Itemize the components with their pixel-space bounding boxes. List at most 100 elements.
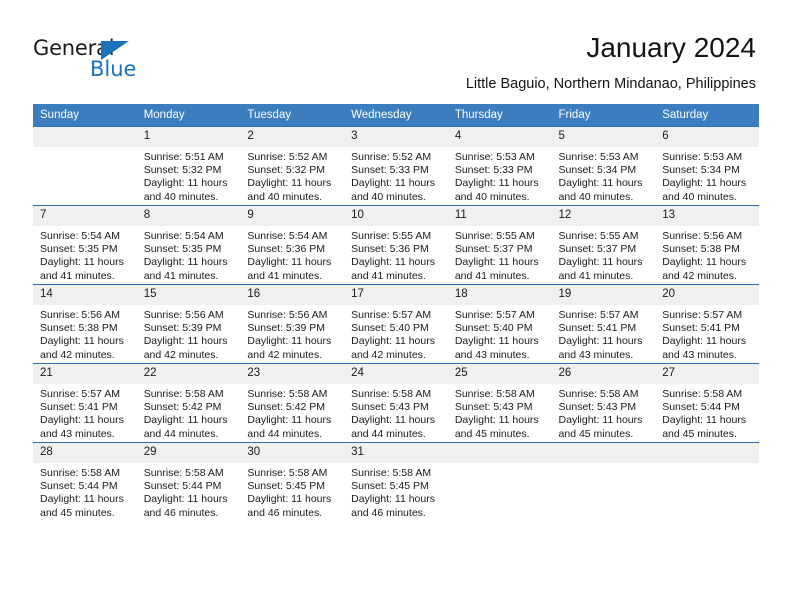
day-cell[interactable]: 19 Sunrise: 5:57 AM Sunset: 5:41 PM Dayl… xyxy=(551,284,656,364)
week-row: 14 Sunrise: 5:56 AM Sunset: 5:38 PM Dayl… xyxy=(33,284,759,364)
daylight-text-line1: Daylight: 11 hours xyxy=(247,335,332,348)
sunrise-text: Sunrise: 5:54 AM xyxy=(247,230,328,242)
day-number: 24 xyxy=(344,364,448,384)
daylight-text-line1: Daylight: 11 hours xyxy=(558,256,643,269)
day-cell[interactable]: 6 Sunrise: 5:53 AM Sunset: 5:34 PM Dayli… xyxy=(655,126,759,206)
sunrise-text: Sunrise: 5:58 AM xyxy=(454,388,535,400)
day-number: 29 xyxy=(136,443,241,463)
day-cell[interactable]: 23 Sunrise: 5:58 AM Sunset: 5:42 PM Dayl… xyxy=(240,363,345,443)
day-number: 8 xyxy=(136,206,241,226)
sunrise-text: Sunrise: 5:54 AM xyxy=(40,230,120,242)
day-cell[interactable]: 2 Sunrise: 5:52 AM Sunset: 5:32 PM Dayli… xyxy=(240,126,345,206)
day-cell[interactable]: 17 Sunrise: 5:57 AM Sunset: 5:40 PM Dayl… xyxy=(344,284,448,364)
day-info: Sunrise: 5:58 AM Sunset: 5:45 PM Dayligh… xyxy=(344,463,448,520)
day-cell[interactable]: 4 Sunrise: 5:53 AM Sunset: 5:33 PM Dayli… xyxy=(447,126,552,206)
day-number: 25 xyxy=(447,364,552,384)
sunrise-text: Sunrise: 5:56 AM xyxy=(143,309,224,321)
week-row: 21 Sunrise: 5:57 AM Sunset: 5:41 PM Dayl… xyxy=(33,363,759,443)
day-cell[interactable]: 25 Sunrise: 5:58 AM Sunset: 5:43 PM Dayl… xyxy=(447,363,552,443)
day-cell[interactable]: 27 Sunrise: 5:58 AM Sunset: 5:44 PM Dayl… xyxy=(655,363,759,443)
daylight-text-line1: Daylight: 11 hours xyxy=(143,256,228,269)
day-cell[interactable]: 31 Sunrise: 5:58 AM Sunset: 5:45 PM Dayl… xyxy=(344,442,448,521)
day-info: Sunrise: 5:58 AM Sunset: 5:42 PM Dayligh… xyxy=(240,384,344,441)
day-cell[interactable]: 26 Sunrise: 5:58 AM Sunset: 5:43 PM Dayl… xyxy=(551,363,656,443)
day-info: Sunrise: 5:54 AM Sunset: 5:35 PM Dayligh… xyxy=(33,226,137,283)
day-info: Sunrise: 5:55 AM Sunset: 5:37 PM Dayligh… xyxy=(448,226,552,283)
sunrise-text: Sunrise: 5:55 AM xyxy=(454,230,535,242)
page-title: January 2024 xyxy=(586,32,756,63)
day-cell[interactable]: 20 Sunrise: 5:57 AM Sunset: 5:41 PM Dayl… xyxy=(655,284,759,364)
day-cell[interactable]: 22 Sunrise: 5:58 AM Sunset: 5:42 PM Dayl… xyxy=(136,363,241,443)
day-info: Sunrise: 5:58 AM Sunset: 5:44 PM Dayligh… xyxy=(33,463,137,520)
day-cell[interactable]: 16 Sunrise: 5:56 AM Sunset: 5:39 PM Dayl… xyxy=(240,284,345,364)
daylight-text-line2: and 46 minutes. xyxy=(143,506,219,519)
sunset-text: Sunset: 5:41 PM xyxy=(40,401,118,414)
daylight-text-line2: and 44 minutes. xyxy=(143,427,219,440)
day-number: 11 xyxy=(447,206,552,226)
day-info: Sunrise: 5:58 AM Sunset: 5:45 PM Dayligh… xyxy=(240,463,344,520)
daylight-text-line2: and 42 minutes. xyxy=(247,348,323,361)
sunrise-text: Sunrise: 5:58 AM xyxy=(40,467,120,479)
daylight-text-line1: Daylight: 11 hours xyxy=(351,493,435,506)
general-blue-logo[interactable]: General Blue xyxy=(33,37,173,83)
daylight-text-line2: and 40 minutes. xyxy=(558,190,634,203)
day-cell[interactable]: 1 Sunrise: 5:51 AM Sunset: 5:32 PM Dayli… xyxy=(136,126,241,206)
sunset-text: Sunset: 5:40 PM xyxy=(454,322,533,335)
day-cell[interactable]: 8 Sunrise: 5:54 AM Sunset: 5:35 PM Dayli… xyxy=(136,205,241,285)
sunset-text: Sunset: 5:44 PM xyxy=(662,401,740,414)
day-cell[interactable]: 5 Sunrise: 5:53 AM Sunset: 5:34 PM Dayli… xyxy=(551,126,656,206)
sunset-text: Sunset: 5:35 PM xyxy=(40,243,118,256)
day-info: Sunrise: 5:53 AM Sunset: 5:34 PM Dayligh… xyxy=(655,147,759,204)
day-number: 5 xyxy=(551,127,656,147)
day-number xyxy=(551,443,656,463)
daylight-text-line2: and 40 minutes. xyxy=(351,190,426,203)
sunset-text: Sunset: 5:32 PM xyxy=(247,164,326,177)
day-cell[interactable]: 11 Sunrise: 5:55 AM Sunset: 5:37 PM Dayl… xyxy=(447,205,552,285)
daylight-text-line2: and 43 minutes. xyxy=(558,348,634,361)
daylight-text-line2: and 40 minutes. xyxy=(454,190,530,203)
sunset-text: Sunset: 5:36 PM xyxy=(351,243,429,256)
sunrise-text: Sunrise: 5:58 AM xyxy=(247,388,328,400)
day-info: Sunrise: 5:58 AM Sunset: 5:44 PM Dayligh… xyxy=(655,384,759,441)
day-cell[interactable]: 30 Sunrise: 5:58 AM Sunset: 5:45 PM Dayl… xyxy=(240,442,345,521)
day-cell[interactable]: 10 Sunrise: 5:55 AM Sunset: 5:36 PM Dayl… xyxy=(344,205,448,285)
daylight-text-line1: Daylight: 11 hours xyxy=(143,414,228,427)
day-cell[interactable]: 21 Sunrise: 5:57 AM Sunset: 5:41 PM Dayl… xyxy=(33,363,137,443)
day-number: 28 xyxy=(33,443,137,463)
day-cell[interactable]: 7 Sunrise: 5:54 AM Sunset: 5:35 PM Dayli… xyxy=(33,205,137,285)
weekday-header-row: Sunday Monday Tuesday Wednesday Thursday… xyxy=(33,104,759,127)
day-cell[interactable]: 24 Sunrise: 5:58 AM Sunset: 5:43 PM Dayl… xyxy=(344,363,448,443)
day-number: 22 xyxy=(136,364,241,384)
weekday-header-sunday: Sunday xyxy=(33,104,137,127)
weekday-header-saturday: Saturday xyxy=(655,104,759,127)
day-number: 17 xyxy=(344,285,448,305)
day-cell[interactable]: 18 Sunrise: 5:57 AM Sunset: 5:40 PM Dayl… xyxy=(447,284,552,364)
sunrise-text: Sunrise: 5:56 AM xyxy=(40,309,120,321)
day-number: 26 xyxy=(551,364,656,384)
day-cell[interactable]: 9 Sunrise: 5:54 AM Sunset: 5:36 PM Dayli… xyxy=(240,205,345,285)
day-cell[interactable]: 15 Sunrise: 5:56 AM Sunset: 5:39 PM Dayl… xyxy=(136,284,241,364)
sunrise-text: Sunrise: 5:58 AM xyxy=(143,467,224,479)
sunrise-text: Sunrise: 5:58 AM xyxy=(662,388,743,400)
daylight-text-line1: Daylight: 11 hours xyxy=(662,177,747,190)
day-cell[interactable]: 13 Sunrise: 5:56 AM Sunset: 5:38 PM Dayl… xyxy=(655,205,759,285)
sunrise-text: Sunrise: 5:53 AM xyxy=(558,151,639,163)
daylight-text-line2: and 41 minutes. xyxy=(247,269,323,282)
day-cell[interactable]: 14 Sunrise: 5:56 AM Sunset: 5:38 PM Dayl… xyxy=(33,284,137,364)
day-number: 14 xyxy=(33,285,137,305)
day-number xyxy=(655,443,759,463)
day-cell[interactable]: 29 Sunrise: 5:58 AM Sunset: 5:44 PM Dayl… xyxy=(136,442,241,521)
daylight-text-line1: Daylight: 11 hours xyxy=(247,256,332,269)
day-cell[interactable]: 28 Sunrise: 5:58 AM Sunset: 5:44 PM Dayl… xyxy=(33,442,137,521)
week-row: 7 Sunrise: 5:54 AM Sunset: 5:35 PM Dayli… xyxy=(33,205,759,285)
day-cell[interactable]: 3 Sunrise: 5:52 AM Sunset: 5:33 PM Dayli… xyxy=(344,126,448,206)
day-cell[interactable]: 12 Sunrise: 5:55 AM Sunset: 5:37 PM Dayl… xyxy=(551,205,656,285)
daylight-text-line2: and 45 minutes. xyxy=(40,506,115,519)
daylight-text-line1: Daylight: 11 hours xyxy=(454,414,539,427)
sunrise-text: Sunrise: 5:58 AM xyxy=(247,467,328,479)
day-number: 2 xyxy=(240,127,345,147)
sunrise-text: Sunrise: 5:56 AM xyxy=(662,230,743,242)
day-info: Sunrise: 5:58 AM Sunset: 5:44 PM Dayligh… xyxy=(137,463,241,520)
sunset-text: Sunset: 5:37 PM xyxy=(558,243,637,256)
day-number: 13 xyxy=(655,206,759,226)
